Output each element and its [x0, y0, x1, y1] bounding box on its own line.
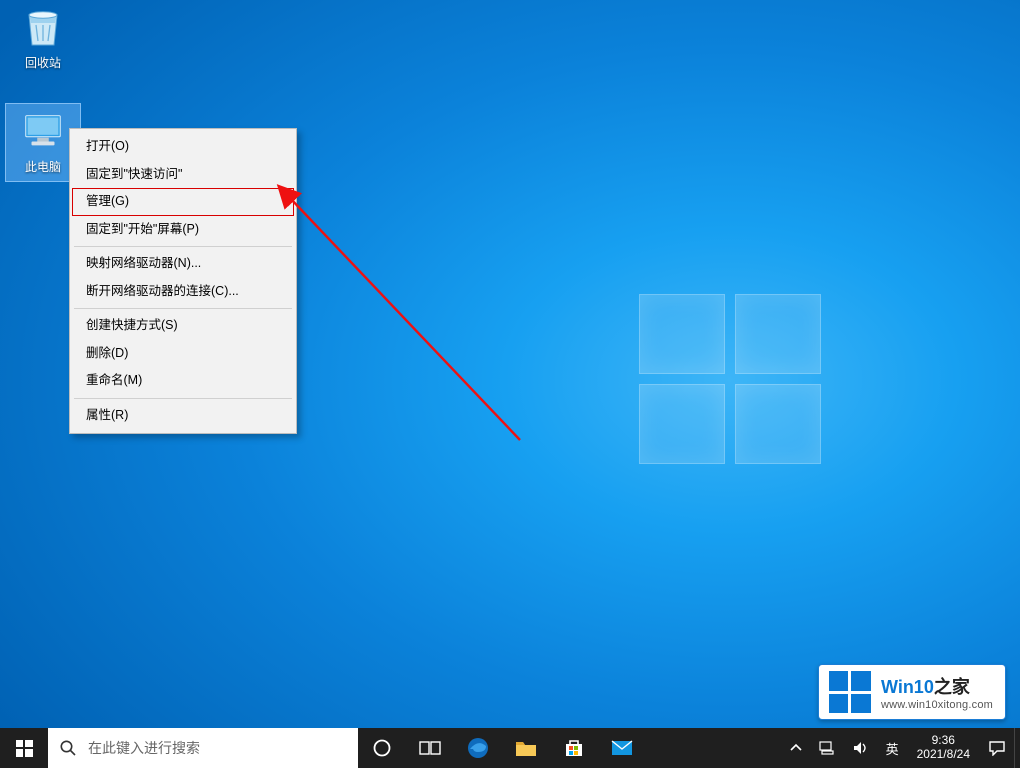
search-icon — [48, 739, 88, 757]
ctx-map-drive[interactable]: 映射网络驱动器(N)... — [72, 250, 294, 278]
windows-logo-wallpaper — [640, 295, 820, 465]
context-menu: 打开(O) 固定到"快速访问" 管理(G) 固定到"开始"屏幕(P) 映射网络驱… — [69, 128, 297, 434]
taskbar: 在此键入进行搜索 — [0, 728, 1020, 768]
taskbar-search[interactable]: 在此键入进行搜索 — [48, 728, 358, 768]
ctx-separator — [74, 246, 292, 247]
tray-clock[interactable]: 9:36 2021/8/24 — [907, 728, 980, 768]
system-tray: 英 9:36 2021/8/24 — [782, 728, 1020, 768]
ctx-properties[interactable]: 属性(R) — [72, 402, 294, 430]
taskbar-edge[interactable] — [454, 728, 502, 768]
windows-logo-icon — [829, 671, 871, 713]
ctx-manage[interactable]: 管理(G) — [72, 188, 294, 216]
taskbar-mail[interactable] — [598, 728, 646, 768]
ctx-disconnect-drive[interactable]: 断开网络驱动器的连接(C)... — [72, 278, 294, 306]
ctx-rename[interactable]: 重命名(M) — [72, 367, 294, 395]
tray-ime[interactable]: 英 — [878, 728, 907, 768]
taskbar-store[interactable] — [550, 728, 598, 768]
recycle-bin-icon — [20, 4, 66, 50]
tray-action-center[interactable] — [980, 728, 1014, 768]
watermark-url: www.win10xitong.com — [881, 699, 993, 711]
network-icon — [818, 740, 836, 756]
mail-icon — [610, 739, 634, 757]
folder-icon — [514, 738, 538, 758]
desktop[interactable]: 回收站 此电脑 打开(O) 固定到"快速访问" 管理(G) 固定到"开始"屏幕(… — [0, 0, 1020, 768]
notification-icon — [988, 740, 1006, 756]
search-placeholder: 在此键入进行搜索 — [88, 738, 200, 758]
edge-icon — [466, 736, 490, 760]
tray-date: 2021/8/24 — [917, 748, 970, 762]
taskbar-taskview[interactable] — [406, 728, 454, 768]
tray-volume[interactable] — [844, 728, 878, 768]
ctx-pin-start[interactable]: 固定到"开始"屏幕(P) — [72, 216, 294, 244]
start-button[interactable] — [0, 728, 48, 768]
tray-network[interactable] — [810, 728, 844, 768]
this-pc-icon — [20, 108, 66, 154]
windows-start-icon — [16, 740, 33, 757]
desktop-icon-recycle-bin[interactable]: 回收站 — [6, 4, 80, 71]
ctx-open[interactable]: 打开(O) — [72, 133, 294, 161]
ctx-pin-quick[interactable]: 固定到"快速访问" — [72, 161, 294, 189]
ctx-separator — [74, 308, 292, 309]
ctx-create-shortcut[interactable]: 创建快捷方式(S) — [72, 312, 294, 340]
cortana-icon — [372, 738, 392, 758]
watermark-title: Win10之家 — [881, 673, 993, 699]
watermark-badge: Win10之家 www.win10xitong.com — [818, 664, 1006, 720]
volume-icon — [852, 740, 870, 756]
taskbar-explorer[interactable] — [502, 728, 550, 768]
tray-time: 9:36 — [932, 734, 955, 748]
show-desktop-button[interactable] — [1014, 728, 1020, 768]
store-icon — [563, 737, 585, 759]
taskview-icon — [419, 739, 441, 757]
tray-overflow[interactable] — [782, 728, 810, 768]
ctx-separator — [74, 398, 292, 399]
taskbar-cortana[interactable] — [358, 728, 406, 768]
chevron-up-icon — [790, 742, 802, 754]
desktop-icon-label: 回收站 — [6, 54, 80, 71]
ctx-delete[interactable]: 删除(D) — [72, 340, 294, 368]
